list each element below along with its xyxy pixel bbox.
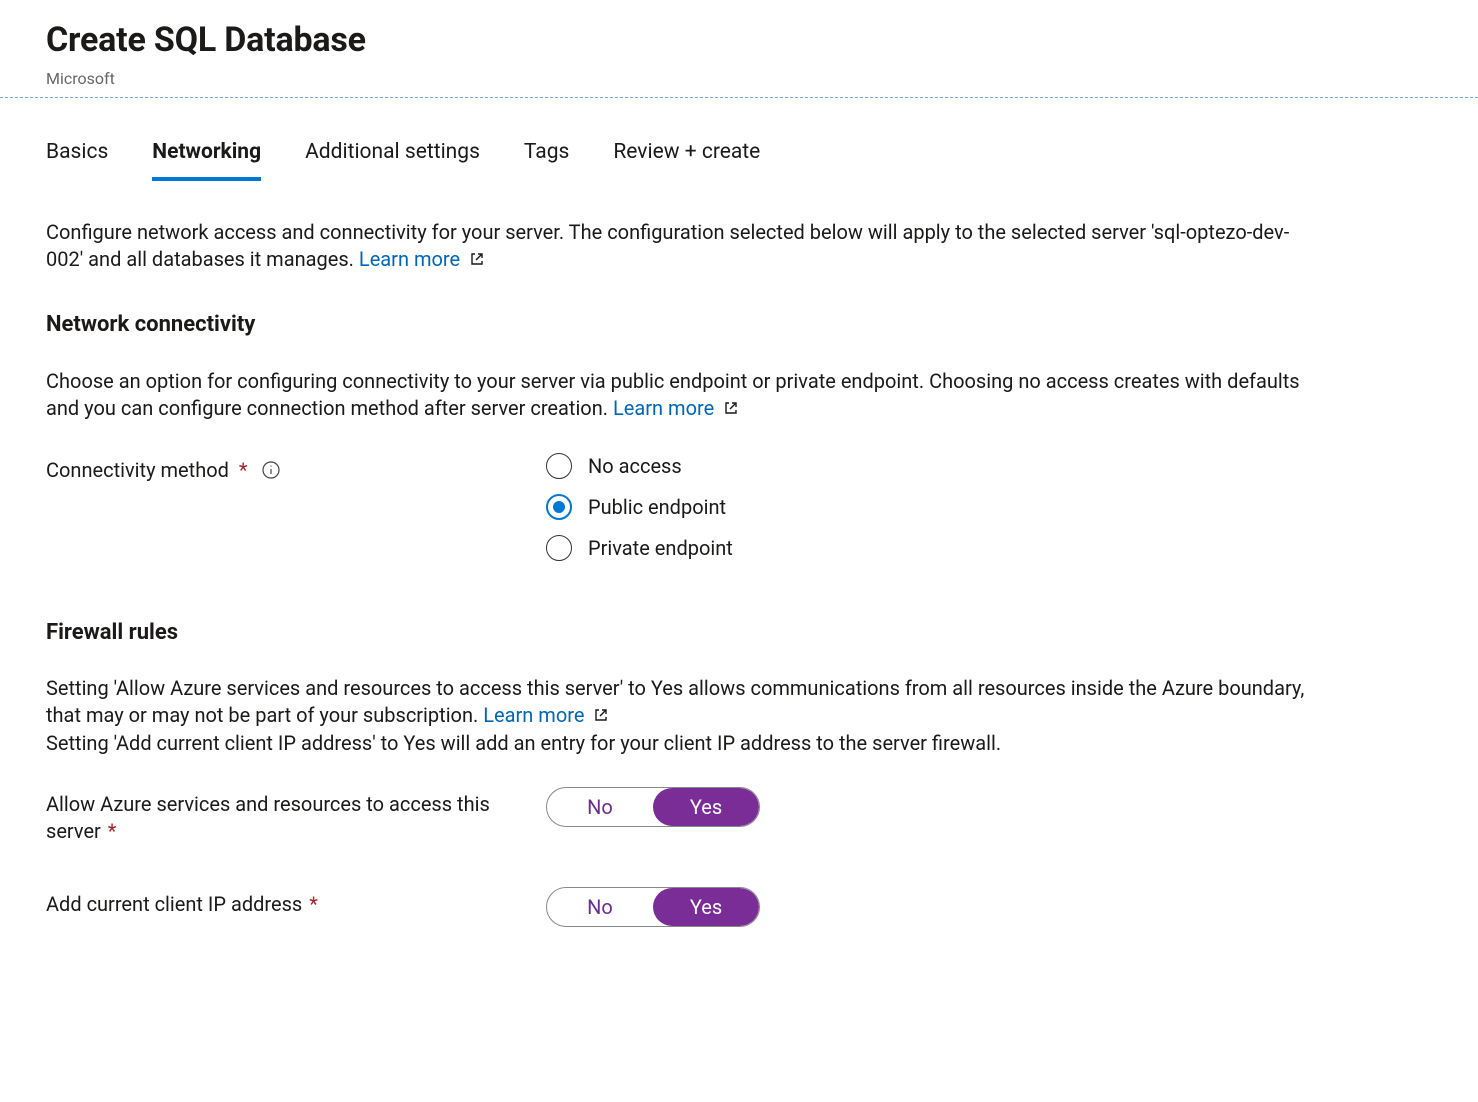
intro-text: Configure network access and connectivit…	[46, 219, 1296, 274]
external-link-icon	[593, 703, 609, 730]
network-connectivity-heading: Network connectivity	[46, 310, 1334, 340]
toggle-no[interactable]: No	[547, 788, 653, 826]
radio-public-endpoint-label: Public endpoint	[588, 494, 726, 521]
toggle-yes[interactable]: Yes	[653, 888, 759, 926]
intro-learn-more-text: Learn more	[359, 247, 460, 271]
publisher-label: Microsoft	[46, 68, 1478, 90]
radio-private-endpoint[interactable]: Private endpoint	[546, 535, 1334, 562]
tab-basics[interactable]: Basics	[46, 138, 108, 180]
allow-azure-services-label: Allow Azure services and resources to ac…	[46, 787, 546, 845]
toggle-yes[interactable]: Yes	[653, 788, 759, 826]
connectivity-method-label: Connectivity method *	[46, 453, 546, 484]
radio-icon	[546, 453, 572, 479]
allow-azure-services-toggle: No Yes	[546, 787, 760, 827]
firewall-desc-line1: Setting 'Allow Azure services and resour…	[46, 676, 1304, 727]
external-link-icon	[723, 396, 739, 423]
tabs: Basics Networking Additional settings Ta…	[46, 138, 1334, 180]
tab-additional-settings[interactable]: Additional settings	[305, 138, 480, 180]
radio-no-access[interactable]: No access	[546, 453, 1334, 480]
page-title: Create SQL Database	[46, 18, 1478, 64]
required-indicator: *	[309, 892, 318, 916]
info-icon[interactable]	[262, 461, 280, 479]
network-learn-more-link[interactable]: Learn more	[613, 396, 739, 420]
radio-private-endpoint-label: Private endpoint	[588, 535, 733, 562]
add-client-ip-toggle: No Yes	[546, 887, 760, 927]
intro-learn-more-link[interactable]: Learn more	[359, 247, 485, 271]
external-link-icon	[469, 247, 485, 274]
intro-body: Configure network access and connectivit…	[46, 220, 1289, 271]
firewall-learn-more-link[interactable]: Learn more	[483, 703, 609, 727]
radio-icon	[546, 494, 572, 520]
firewall-rules-desc: Setting 'Allow Azure services and resour…	[46, 675, 1326, 757]
add-client-ip-label-text: Add current client IP address	[46, 892, 302, 916]
radio-no-access-label: No access	[588, 453, 682, 480]
firewall-rules-heading: Firewall rules	[46, 618, 1334, 648]
connectivity-method-text: Connectivity method	[46, 457, 229, 484]
tab-tags[interactable]: Tags	[524, 138, 569, 180]
network-learn-more-text: Learn more	[613, 396, 714, 420]
radio-icon	[546, 535, 572, 561]
add-client-ip-label: Add current client IP address *	[46, 887, 546, 918]
network-connectivity-desc: Choose an option for configuring connect…	[46, 368, 1326, 423]
toggle-no[interactable]: No	[547, 888, 653, 926]
required-indicator: *	[108, 819, 117, 843]
page-header: Create SQL Database Microsoft	[0, 0, 1478, 98]
radio-public-endpoint[interactable]: Public endpoint	[546, 494, 1334, 521]
tab-networking[interactable]: Networking	[152, 138, 261, 180]
connectivity-method-radio-group: No access Public endpoint Private endpoi…	[546, 453, 1334, 562]
firewall-learn-more-text: Learn more	[483, 703, 584, 727]
tab-review-create[interactable]: Review + create	[613, 138, 760, 180]
required-indicator: *	[239, 457, 248, 484]
firewall-desc-line2: Setting 'Add current client IP address' …	[46, 731, 1001, 755]
